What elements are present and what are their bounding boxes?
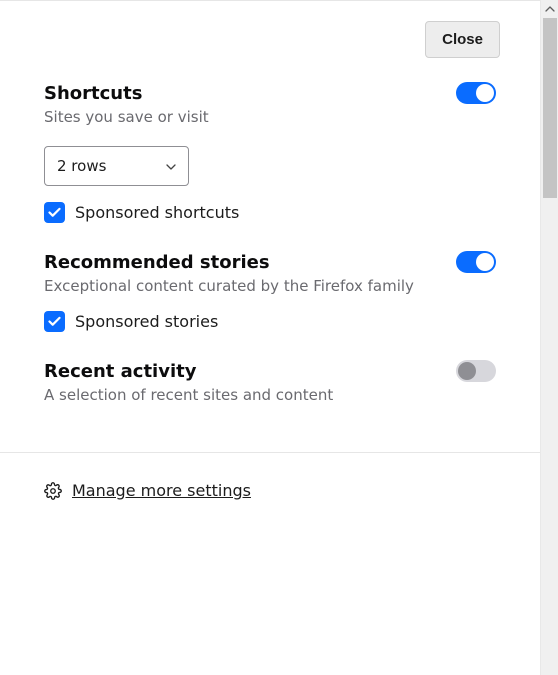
- section-recommended: Recommended stories Exceptional content …: [44, 251, 496, 360]
- section-shortcuts: Shortcuts Sites you save or visit 2 rows: [44, 82, 496, 251]
- settings-panel: Close Shortcuts Sites you save or visit …: [0, 0, 558, 675]
- manage-more-settings-link[interactable]: Manage more settings: [72, 481, 251, 500]
- recommended-description: Exceptional content curated by the Firef…: [44, 277, 496, 295]
- scroll-up-arrow-icon[interactable]: [541, 0, 558, 18]
- scrollbar[interactable]: [540, 0, 558, 675]
- section-recent: Recent activity A selection of recent si…: [44, 360, 496, 432]
- sponsored-shortcuts-label: Sponsored shortcuts: [75, 203, 239, 222]
- scrollbar-thumb[interactable]: [543, 18, 557, 198]
- toggle-knob: [476, 253, 494, 271]
- recent-title: Recent activity: [44, 361, 196, 382]
- checkmark-icon: [48, 316, 61, 327]
- shortcuts-toggle[interactable]: [456, 82, 496, 104]
- rows-select-value: 2 rows: [57, 157, 106, 175]
- sponsored-stories-label: Sponsored stories: [75, 312, 218, 331]
- toggle-knob: [476, 84, 494, 102]
- manage-settings-row: Manage more settings: [0, 453, 540, 500]
- recommended-title: Recommended stories: [44, 252, 270, 273]
- recent-description: A selection of recent sites and content: [44, 386, 496, 404]
- sponsored-shortcuts-row: Sponsored shortcuts: [44, 202, 496, 223]
- shortcuts-rows-select[interactable]: 2 rows: [44, 146, 189, 186]
- toggle-knob: [458, 362, 476, 380]
- section-header: Shortcuts: [44, 82, 496, 104]
- sections-container: Shortcuts Sites you save or visit 2 rows: [0, 58, 540, 432]
- sponsored-shortcuts-checkbox[interactable]: [44, 202, 65, 223]
- recommended-toggle[interactable]: [456, 251, 496, 273]
- close-button[interactable]: Close: [425, 21, 500, 58]
- checkmark-icon: [48, 207, 61, 218]
- section-header: Recent activity: [44, 360, 496, 382]
- gear-icon: [44, 482, 62, 500]
- chevron-down-icon: [166, 160, 176, 173]
- shortcuts-description: Sites you save or visit: [44, 108, 496, 126]
- sponsored-stories-checkbox[interactable]: [44, 311, 65, 332]
- sponsored-stories-row: Sponsored stories: [44, 311, 496, 332]
- content-column: Close Shortcuts Sites you save or visit …: [0, 0, 540, 675]
- recent-toggle[interactable]: [456, 360, 496, 382]
- shortcuts-title: Shortcuts: [44, 83, 142, 104]
- close-row: Close: [0, 1, 540, 58]
- section-header: Recommended stories: [44, 251, 496, 273]
